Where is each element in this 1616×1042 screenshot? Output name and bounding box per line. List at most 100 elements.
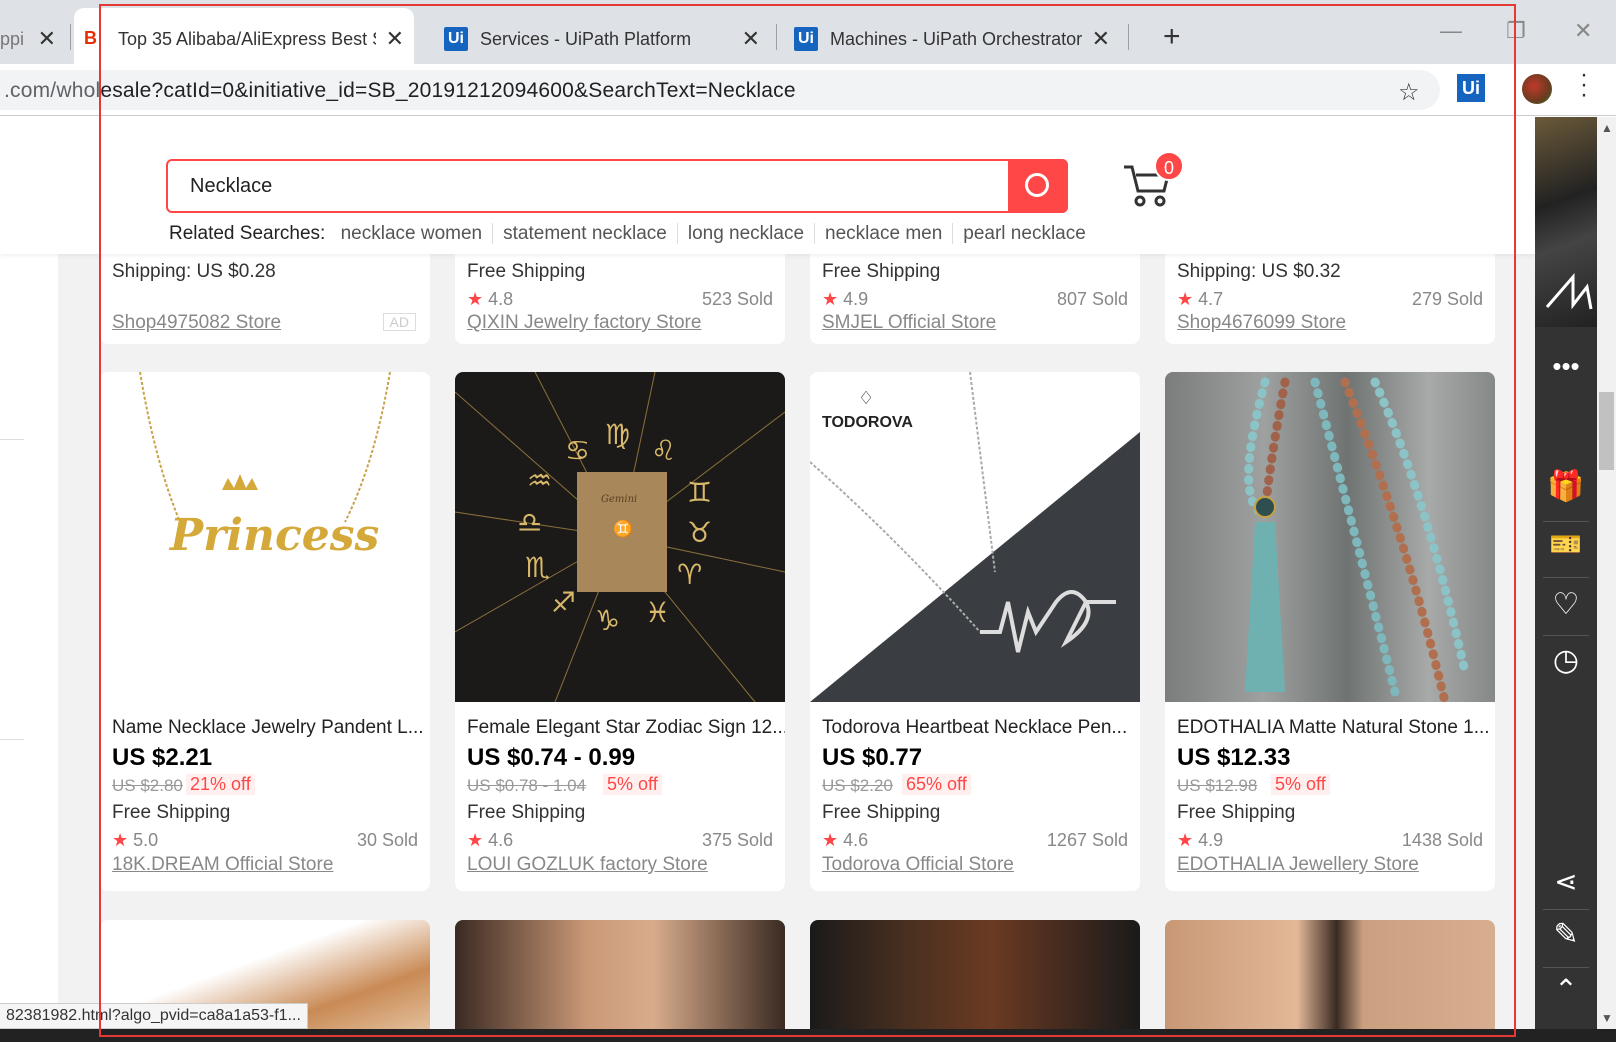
svg-text:♊: ♊ <box>687 476 712 509</box>
window-close-icon[interactable]: ✕ <box>1574 18 1592 44</box>
related-search-link[interactable]: long necklace <box>677 223 816 244</box>
svg-text:♢: ♢ <box>858 388 874 408</box>
search-input[interactable] <box>190 171 990 201</box>
profile-avatar[interactable] <box>1522 74 1552 104</box>
product-card[interactable] <box>1165 920 1495 1029</box>
product-price: US $0.77 <box>822 744 923 771</box>
svg-text:♈: ♈ <box>677 558 702 591</box>
back-to-top-icon[interactable]: ⌃ <box>1535 973 1597 1006</box>
svg-text:♎: ♎ <box>517 506 542 539</box>
maximize-icon[interactable]: ❐ <box>1506 18 1526 44</box>
url-path: esale?catId=0&initiative_id=SB_201912120… <box>100 79 796 102</box>
page-content: ☰▾ Shipping: US $0.28 Shop4975082 Store … <box>0 117 1535 1029</box>
discount-badge: 21% off <box>186 774 255 795</box>
search-header: 0 Related Searches: necklace womenstatem… <box>0 117 1535 254</box>
url-input[interactable]: .com/wholesale?catId=0&initiative_id=SB_… <box>0 70 1440 110</box>
tab-strip: ppi ✕ B Top 35 Alibaba/AliExpress Best S… <box>0 0 1616 70</box>
store-link[interactable]: Shop4975082 Store <box>112 312 281 334</box>
product-image-zodiac-necklace[interactable]: Gemini ♊ ♋ ♍ ♌ ♊ ♉ ♈ ♓ ♑ ♐ ♏ ♎ ♒ <box>455 372 785 703</box>
uipath-favicon-icon: Ui <box>794 27 818 51</box>
minimize-icon[interactable]: — <box>1440 18 1462 44</box>
discount-badge: 65% off <box>902 774 971 795</box>
related-search-link[interactable]: statement necklace <box>493 223 678 244</box>
related-search-link[interactable]: necklace men <box>815 223 954 244</box>
original-price: US $2.80 <box>112 776 183 795</box>
product-title[interactable]: Female Elegant Star Zodiac Sign 12... <box>467 717 785 739</box>
discount-badge: 5% off <box>1271 774 1330 795</box>
gemini-card-text: Gemini <box>601 494 637 505</box>
browser-menu-icon[interactable]: · · · <box>1580 63 1588 107</box>
product-title[interactable]: EDOTHALIA Matte Natural Stone 1... <box>1177 717 1490 739</box>
new-tab-plus-icon[interactable]: + <box>1163 20 1181 54</box>
related-search-link[interactable]: pearl necklace <box>953 223 1096 244</box>
svg-text:♏: ♏ <box>525 551 550 584</box>
search-box <box>166 159 1068 213</box>
close-icon[interactable]: ✕ <box>742 26 760 52</box>
tab-0[interactable]: ppi ✕ <box>0 8 66 70</box>
store-link[interactable]: LOUI GOZLUK factory Store <box>467 854 708 876</box>
shipping-text: Free Shipping <box>822 261 941 282</box>
product-card[interactable]: Gemini ♊ ♋ ♍ ♌ ♊ ♉ ♈ ♓ ♑ ♐ ♏ ♎ ♒ Female Elegant … <box>455 372 785 891</box>
svg-text:♉: ♉ <box>687 516 712 549</box>
search-icon <box>1025 173 1049 197</box>
store-link[interactable]: EDOTHALIA Jewellery Store <box>1177 854 1419 876</box>
history-clock-icon[interactable]: ◷ <box>1535 643 1597 678</box>
bookmark-star-icon[interactable]: ☆ <box>1398 78 1420 107</box>
svg-text:♊: ♊ <box>613 519 633 538</box>
product-image-stone-necklace[interactable] <box>1165 372 1495 707</box>
product-title[interactable]: Todorova Heartbeat Necklace Pen... <box>822 717 1127 739</box>
scrollbar-thumb[interactable] <box>1599 392 1614 470</box>
rating: ★ 4.9 <box>822 289 869 309</box>
ad-badge: AD <box>382 313 416 331</box>
uipath-extension-icon[interactable]: Ui <box>1457 74 1485 102</box>
more-icon[interactable]: ••• <box>1535 351 1597 382</box>
coupon-icon[interactable]: 🎫 <box>1535 529 1597 560</box>
store-link[interactable]: Shop4676099 Store <box>1177 312 1346 334</box>
shipping-text: Free Shipping <box>467 802 586 823</box>
product-card[interactable] <box>455 920 785 1029</box>
side-toolbar: ••• 🎁 🎫 ♡ ◷ ⋖ ✎ ⌃ <box>1535 117 1597 1029</box>
share-icon[interactable]: ⋖ <box>1535 865 1597 898</box>
scroll-down-arrow-icon[interactable]: ▼ <box>1601 1011 1613 1025</box>
cart-count-badge: 0 <box>1154 151 1184 181</box>
page-scrollbar[interactable]: ▲ ▼ <box>1597 117 1616 1029</box>
wishlist-heart-icon[interactable]: ♡ <box>1535 587 1597 622</box>
tab-uipath-machines[interactable]: Ui Machines - UiPath Orchestrator ✕ <box>780 8 1120 70</box>
feedback-pencil-icon[interactable]: ✎ <box>1535 917 1597 952</box>
product-card[interactable]: TODOROVA ♢ Todorova Heartbeat Necklace P… <box>810 372 1140 891</box>
product-card[interactable]: EDOTHALIA Matte Natural Stone 1... US $1… <box>1165 372 1495 891</box>
princess-lettering: Princess <box>168 510 379 561</box>
svg-text:♒: ♒ <box>527 464 552 497</box>
close-icon[interactable]: ✕ <box>1092 26 1110 52</box>
scroll-up-arrow-icon[interactable]: ▲ <box>1601 121 1613 135</box>
close-icon[interactable]: ✕ <box>38 26 56 52</box>
store-link[interactable]: SMJEL Official Store <box>822 312 996 334</box>
star-icon: ★ <box>1177 289 1194 309</box>
todorova-brand-text: TODOROVA <box>822 414 913 431</box>
product-card[interactable]: Princess Name Necklace Jewelry Pandent L… <box>100 372 430 891</box>
product-title[interactable]: Name Necklace Jewelry Pandent L... <box>112 717 424 739</box>
svg-text:♌: ♌ <box>651 434 676 467</box>
product-card[interactable] <box>810 920 1140 1029</box>
sold-count: 1267 Sold <box>1046 830 1128 850</box>
rating: ★ 4.6 <box>467 830 514 850</box>
tab-alibaba[interactable]: B Top 35 Alibaba/AliExpress Best Sc ✕ <box>74 8 414 70</box>
brand-logo[interactable] <box>1535 117 1597 327</box>
tab-title: Top 35 Alibaba/AliExpress Best Sc <box>118 28 376 49</box>
tab-uipath-services[interactable]: Ui Services - UiPath Platform ✕ <box>430 8 770 70</box>
sold-count: 807 Sold <box>1056 289 1128 309</box>
sold-count: 30 Sold <box>356 830 418 850</box>
close-icon[interactable]: ✕ <box>386 26 404 52</box>
store-link[interactable]: 18K.DREAM Official Store <box>112 854 333 876</box>
store-link[interactable]: QIXIN Jewelry factory Store <box>467 312 701 334</box>
product-image-heartbeat-necklace[interactable]: TODOROVA ♢ <box>810 372 1140 702</box>
search-button[interactable] <box>1008 159 1068 213</box>
product-image-princess-necklace[interactable]: Princess <box>100 372 430 702</box>
star-icon: ★ <box>467 289 484 309</box>
gift-icon[interactable]: 🎁 <box>1535 469 1597 504</box>
tab-title: Services - UiPath Platform <box>480 28 692 49</box>
related-search-link[interactable]: necklace women <box>330 223 494 244</box>
discount-badge: 5% off <box>603 774 662 795</box>
store-link[interactable]: Todorova Official Store <box>822 854 1014 876</box>
star-icon: ★ <box>822 830 839 850</box>
